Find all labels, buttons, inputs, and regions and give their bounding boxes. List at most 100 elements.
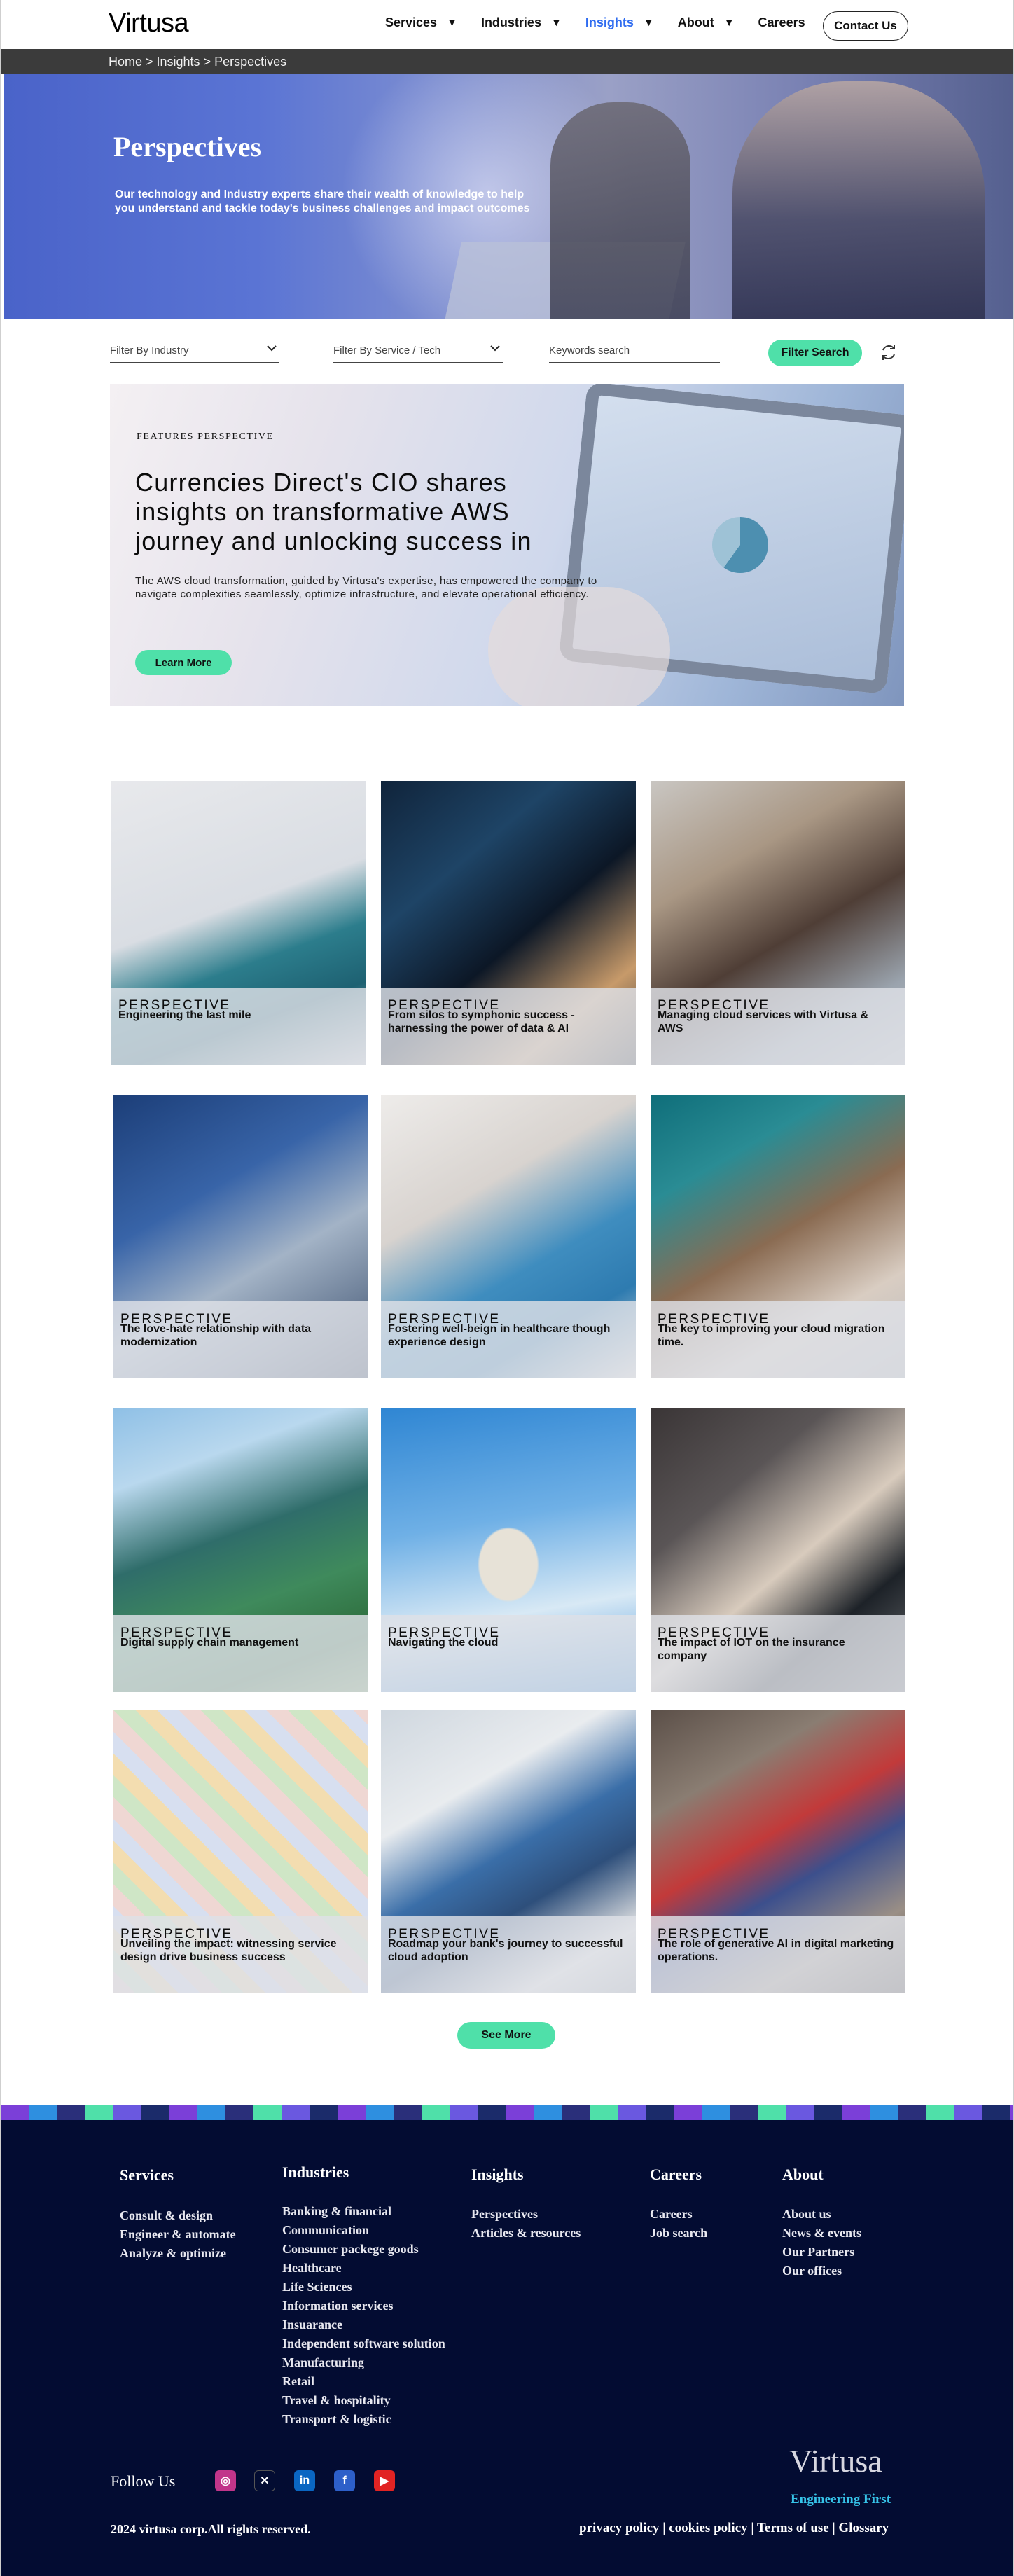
card-title: The impact of IOT on the insurance compa… [658,1637,845,1662]
chevron-down-icon: ▼ [550,17,562,29]
footer-link[interactable]: Insuarance [282,2315,445,2334]
footer-legal-links: privacy policy | cookies policy | Terms … [579,2521,889,2536]
hero-banner: Perspectives Our technology and Industry… [4,74,1013,319]
nav-industries-label: Industries [480,15,541,29]
perspective-card[interactable]: PERSPECTIVE The love-hate relationship w… [113,1095,368,1378]
footer-link[interactable]: Perspectives [471,2205,581,2224]
nav-insights[interactable]: Insights ▼ [585,15,654,30]
site-logo[interactable]: Virtusa [109,8,189,39]
youtube-icon[interactable]: ▶ [374,2470,395,2491]
footer-link[interactable]: Our offices [782,2262,861,2280]
hero-subtitle: Our technology and Industry experts shar… [115,188,530,214]
perspective-card[interactable]: PERSPECTIVE The impact of IOT on the ins… [651,1408,905,1692]
instagram-icon[interactable]: ◎ [215,2470,236,2491]
feature-image-hand [488,587,670,706]
card-title: From silos to symphonic success - harnes… [388,1009,575,1034]
footer-link[interactable]: Banking & financial [282,2202,445,2221]
perspective-card[interactable]: PERSPECTIVE Digital supply chain managem… [113,1408,368,1692]
privacy-policy-link[interactable]: privacy policy [579,2521,660,2535]
cookies-policy-link[interactable]: cookies policy [669,2521,747,2535]
keyword-search-input[interactable]: Keywords search [549,342,720,363]
card-title: Fostering well-beign in healthcare thoug… [388,1323,611,1348]
footer-link[interactable]: Consult & design [120,2206,236,2225]
breadcrumb[interactable]: Home > Insights > Perspectives [1,49,1013,74]
perspective-card[interactable]: PERSPECTIVE Fostering well-beign in heal… [381,1095,636,1378]
nav-about[interactable]: About ▼ [678,15,735,30]
footer-tagline: Engineering First [791,2492,891,2507]
card-title: Roadmap your bank's journey to successfu… [388,1938,623,1963]
footer-link[interactable]: Independent software solution [282,2334,445,2353]
card-title: Navigating the cloud [388,1637,499,1649]
filter-search-button[interactable]: Filter Search [768,340,862,366]
feature-title[interactable]: Currencies Direct's CIO shares insights … [135,468,583,556]
footer-logo[interactable]: Virtusa [789,2442,882,2479]
chevron-down-icon [490,345,500,352]
link-separator: | [659,2521,669,2535]
footer-link[interactable]: Life Sciences [282,2278,445,2297]
footer-link[interactable]: Travel & hospitality [282,2391,445,2410]
perspective-card[interactable]: PERSPECTIVE The key to improving your cl… [651,1095,905,1378]
chevron-down-icon: ▼ [447,17,457,29]
featured-perspective[interactable]: FEATURES PERSPECTIVE Currencies Direct's… [110,384,904,706]
footer-link[interactable]: Information services [282,2297,445,2315]
footer-services-title: Services [120,2166,174,2184]
x-icon[interactable]: ✕ [254,2470,275,2491]
chevron-down-icon: ▼ [643,17,654,29]
glossary-link[interactable]: Glossary [838,2521,889,2535]
see-more-button[interactable]: See More [457,2022,555,2049]
hero-image-person [732,81,985,319]
nav-careers[interactable]: Careers [758,15,805,30]
card-title: Digital supply chain management [120,1637,299,1649]
service-filter-select[interactable]: Filter By Service / Tech [333,342,503,363]
card-title: Engineering the last mile [118,1009,251,1021]
footer-industries-title: Industries [282,2163,349,2181]
footer-link[interactable]: Articles & resources [471,2224,581,2243]
learn-more-button[interactable]: Learn More [135,650,232,675]
nav-services[interactable]: Services ▼ [385,15,457,30]
perspective-card[interactable]: PERSPECTIVE The role of generative AI in… [651,1710,905,1993]
footer-link[interactable]: Analyze & optimize [120,2244,236,2263]
chevron-down-icon: ▼ [723,17,735,29]
footer-link[interactable]: Manufacturing [282,2353,445,2372]
footer-link[interactable]: Engineer & automate [120,2225,236,2244]
footer-link[interactable]: Our Partners [782,2243,861,2262]
follow-us-label: Follow Us [111,2472,176,2490]
terms-of-use-link[interactable]: Terms of use [757,2521,829,2535]
refresh-icon[interactable] [878,342,899,363]
footer-services-list: Consult & design Engineer & automate Ana… [120,2206,236,2263]
contact-us-button[interactable]: Contact Us [823,11,908,41]
feature-image-chart [712,517,768,573]
industry-filter-label: Filter By Industry [110,345,189,356]
footer-link[interactable]: Healthcare [282,2259,445,2278]
footer-link[interactable]: News & events [782,2224,861,2243]
perspective-card[interactable]: PERSPECTIVE Engineering the last mile [111,781,366,1065]
perspective-card[interactable]: PERSPECTIVE Roadmap your bank's journey … [381,1710,636,1993]
perspective-card[interactable]: PERSPECTIVE Navigating the cloud [381,1408,636,1692]
facebook-icon[interactable]: f [334,2470,355,2491]
footer-link[interactable]: About us [782,2205,861,2224]
perspective-card[interactable]: PERSPECTIVE Managing cloud services with… [651,781,905,1065]
industry-filter-select[interactable]: Filter By Industry [110,342,279,363]
perspective-card[interactable]: PERSPECTIVE From silos to symphonic succ… [381,781,636,1065]
card-title: The key to improving your cloud migratio… [658,1323,885,1348]
nav-industries[interactable]: Industries ▼ [481,15,562,30]
footer-link[interactable]: Transport & logistic [282,2410,445,2429]
perspective-card[interactable]: PERSPECTIVE Unveiling the impact: witnes… [113,1710,368,1993]
footer-link[interactable]: Careers [650,2205,707,2224]
footer-link[interactable]: Consumer packege goods [282,2240,445,2259]
footer-link[interactable]: Job search [650,2224,707,2243]
footer-link[interactable]: Retail [282,2372,445,2391]
keyword-search-placeholder: Keywords search [549,345,630,356]
nav-insights-label: Insights [585,15,634,29]
main-menu: Services ▼ Industries ▼ Insights ▼ About… [385,15,829,30]
copyright-text: 2024 virtusa corp.All rights reserved. [111,2522,311,2536]
card-title: The love-hate relationship with data mod… [120,1323,312,1348]
card-title: Unveiling the impact: witnessing service… [120,1938,337,1963]
linkedin-icon[interactable]: in [294,2470,315,2491]
footer-about-list: About us News & events Our Partners Our … [782,2205,861,2280]
footer-link[interactable]: Communication [282,2221,445,2240]
feature-kicker: FEATURES PERSPECTIVE [137,431,274,442]
hero-image-person [550,102,690,319]
page-title: Perspectives [113,131,262,162]
card-title: The role of generative AI in digital mar… [658,1938,894,1963]
